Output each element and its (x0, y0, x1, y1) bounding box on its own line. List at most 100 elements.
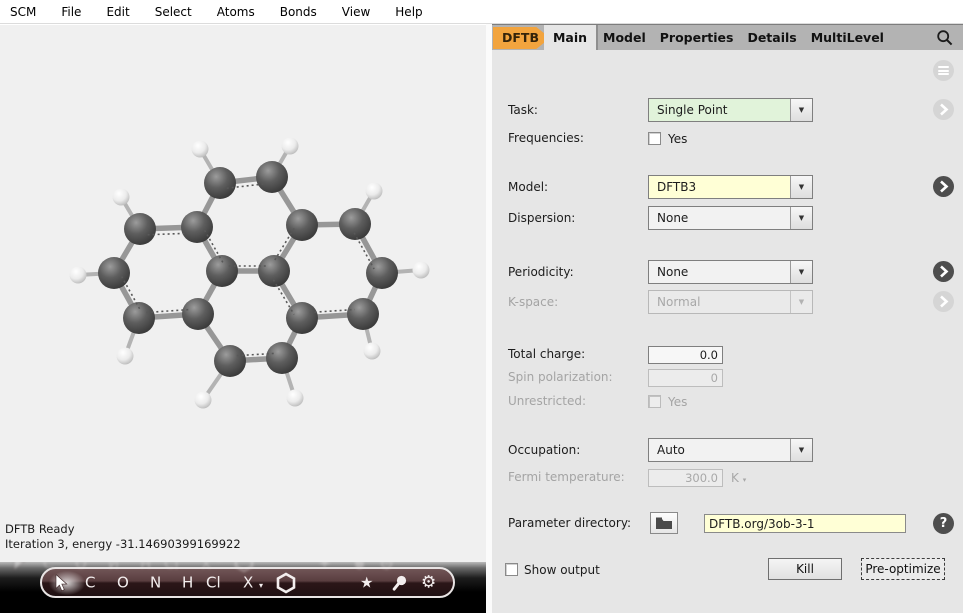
browse-directory-button[interactable] (650, 512, 678, 534)
total-charge-label: Total charge: (508, 347, 585, 361)
periodicity-dropdown-value: None (649, 261, 790, 283)
dropdown-arrow-icon[interactable]: ▼ (790, 176, 812, 198)
tab-separator (596, 25, 598, 50)
element-o-button[interactable]: O (117, 575, 129, 590)
panel-search-button[interactable] (936, 29, 954, 47)
tab-model[interactable]: Model (603, 30, 646, 45)
hydrogen-atom[interactable] (70, 267, 87, 284)
carbon-atom[interactable] (206, 255, 238, 287)
tab-details[interactable]: Details (747, 30, 796, 45)
folder-icon (656, 517, 672, 529)
carbon-atom[interactable] (286, 302, 318, 334)
hydrogen-atom[interactable] (117, 348, 134, 365)
element-c-button[interactable]: C (85, 575, 95, 590)
show-output-checkbox[interactable] (505, 563, 518, 576)
carbon-atom[interactable] (181, 211, 213, 243)
element-x-button[interactable]: X (243, 575, 253, 590)
unrestricted-checkbox-label: Yes (668, 395, 687, 409)
tab-dftb[interactable]: DFTB (493, 27, 550, 49)
periodic-table-caret-icon: ▾ (217, 562, 221, 563)
dropdown-arrow-icon[interactable]: ▼ (790, 99, 812, 121)
occupation-dropdown[interactable]: Auto ▼ (648, 438, 813, 462)
element-h-button[interactable]: H (182, 575, 193, 590)
parameter-directory-input[interactable]: DFTB.org/3ob-3-1 (704, 514, 906, 533)
unit-caret-icon: ▾ (743, 476, 747, 484)
menu-help[interactable]: Help (395, 5, 422, 19)
gear-icon: ⚙ (379, 562, 394, 573)
carbon-atom[interactable] (347, 298, 379, 330)
carbon-atom[interactable] (256, 161, 288, 193)
hydrogen-atom[interactable] (282, 138, 299, 155)
settings-button[interactable]: ⚙ (421, 574, 436, 591)
unrestricted-checkbox (648, 395, 661, 408)
occupation-label: Occupation: (508, 443, 580, 457)
carbon-atom[interactable] (286, 209, 318, 241)
frequencies-checkbox[interactable] (648, 132, 661, 145)
element-cl-button: Cl (164, 562, 179, 570)
chevron-right-icon (933, 261, 954, 282)
hydrogen-atom[interactable] (195, 392, 212, 409)
magnifier-icon (392, 574, 408, 591)
chevron-right-icon (933, 99, 954, 120)
carbon-atom[interactable] (123, 302, 155, 334)
menu-file[interactable]: File (61, 5, 81, 19)
kspace-detail-chevron (933, 291, 954, 312)
parameter-help-button[interactable]: ? (933, 513, 954, 534)
hydrogen-atom[interactable] (113, 189, 130, 206)
kill-button[interactable]: Kill (768, 558, 842, 580)
model-dropdown[interactable]: DFTB3 ▼ (648, 175, 813, 199)
carbon-atom[interactable] (98, 257, 130, 289)
search-tool-button[interactable] (392, 574, 408, 591)
task-dropdown[interactable]: Single Point ▼ (648, 98, 813, 122)
pointer-tool-button (13, 562, 26, 571)
menu-atoms[interactable]: Atoms (217, 5, 255, 19)
hydrogen-atom[interactable] (366, 183, 383, 200)
periodic-table-caret-icon[interactable]: ▾ (259, 582, 263, 590)
menu-select[interactable]: Select (155, 5, 192, 19)
carbon-atom[interactable] (266, 342, 298, 374)
carbon-atom[interactable] (204, 167, 236, 199)
tab-properties[interactable]: Properties (660, 30, 734, 45)
dropdown-arrow-icon: ▼ (790, 291, 812, 313)
dropdown-arrow-icon[interactable]: ▼ (790, 261, 812, 283)
benzene-ring-icon (234, 562, 254, 573)
element-cl-button[interactable]: Cl (206, 575, 221, 590)
periodicity-dropdown[interactable]: None ▼ (648, 260, 813, 284)
carbon-atom[interactable] (339, 208, 371, 240)
spin-polarization-input: 0 (648, 369, 723, 387)
hydrogen-atom[interactable] (364, 343, 381, 360)
hydrogen-atom[interactable] (192, 141, 209, 158)
pointer-icon (13, 562, 26, 571)
total-charge-input[interactable]: 0.0 (648, 346, 723, 364)
dropdown-arrow-icon[interactable]: ▼ (790, 207, 812, 229)
molecule-viewport[interactable]: DFTB Ready Iteration 3, energy -31.14690… (0, 25, 486, 562)
menu-bonds[interactable]: Bonds (280, 5, 317, 19)
dropdown-arrow-icon[interactable]: ▼ (790, 439, 812, 461)
tab-multilevel[interactable]: MultiLevel (811, 30, 884, 45)
menu-scm[interactable]: SCM (10, 5, 36, 19)
frequencies-checkbox-label[interactable]: Yes (668, 132, 687, 146)
periodicity-detail-chevron[interactable] (933, 261, 954, 282)
carbon-atom[interactable] (182, 298, 214, 330)
menu-view[interactable]: View (342, 5, 370, 19)
menu-edit[interactable]: Edit (106, 5, 129, 19)
carbon-atom[interactable] (258, 255, 290, 287)
carbon-atom[interactable] (366, 257, 398, 289)
pointer-tool-button[interactable] (55, 574, 68, 591)
pre-optimize-button[interactable]: Pre-optimize (861, 558, 945, 580)
carbon-atom[interactable] (124, 213, 156, 245)
hydrogen-atom[interactable] (287, 390, 304, 407)
tab-main[interactable]: Main (544, 25, 596, 50)
carbon-atom[interactable] (214, 345, 246, 377)
hydrogen-atom[interactable] (413, 262, 430, 279)
molecule-canvas[interactable] (0, 25, 486, 562)
element-n-button[interactable]: N (150, 575, 161, 590)
ring-tool-button[interactable] (276, 572, 296, 593)
spin-polarization-label: Spin polarization: (508, 370, 613, 384)
element-c-button: C (43, 562, 53, 570)
dispersion-dropdown[interactable]: None ▼ (648, 206, 813, 230)
model-detail-chevron[interactable] (933, 176, 954, 197)
show-output-label[interactable]: Show output (524, 563, 600, 577)
star-tool-button[interactable]: ★ (360, 575, 373, 590)
search-tool-button (350, 562, 366, 571)
